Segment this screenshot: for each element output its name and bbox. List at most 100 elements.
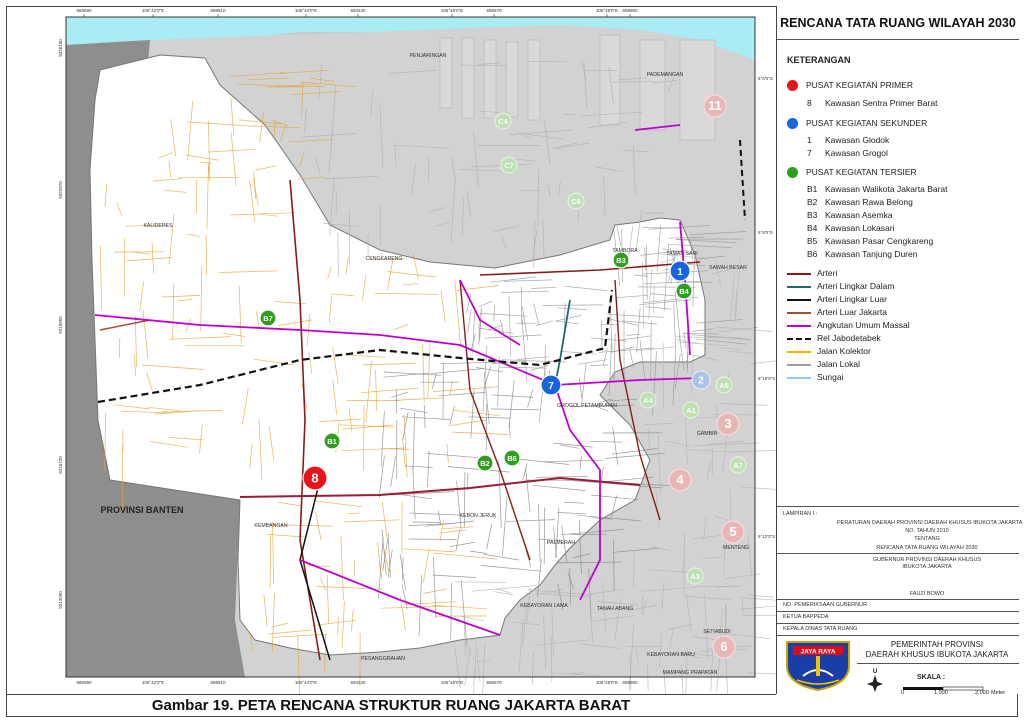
center-marker-a3[interactable]: A3 bbox=[686, 567, 704, 585]
center-marker-7[interactable]: 7 bbox=[540, 374, 562, 396]
road-segment bbox=[395, 389, 398, 414]
marker-label: 11 bbox=[708, 98, 722, 113]
logo-text: JAYA RAYA bbox=[801, 649, 836, 656]
marker-label: B4 bbox=[679, 287, 689, 296]
tersier-item: B1 Kawasan Walikota Jakarta Barat bbox=[807, 184, 948, 194]
legend-line-jalan-kolektor: Jalan Kolektor bbox=[787, 346, 871, 356]
keterangan-heading: KETERANGAN bbox=[787, 55, 851, 65]
bottom-tick-label: 693240 bbox=[350, 680, 366, 685]
center-marker-b1[interactable]: B1 bbox=[323, 432, 341, 450]
map-canvas[interactable]: 8 1 7 B1 B2 B3 B4 B6 B7 11 3 4 5 6 2 C4 C7 C6 A1 A3 A4 A5 A7 P… bbox=[0, 0, 776, 694]
road-segment bbox=[613, 539, 615, 592]
legend-sekunder: PUSAT KEGIATAN SEKUNDER bbox=[787, 118, 927, 130]
scale-tick-1: 1.000 bbox=[934, 690, 948, 696]
item-num: 8 bbox=[807, 98, 812, 108]
legend-title: RENCANA TATA RUANG WILAYAH 2030 bbox=[780, 16, 1016, 30]
item-name: Kawasan Lokasari bbox=[825, 223, 895, 233]
center-marker-b4[interactable]: B4 bbox=[675, 282, 693, 300]
center-marker-a7[interactable]: A7 bbox=[729, 456, 747, 474]
legend-line-arteri-lingkar-luar: Arteri Lingkar Luar bbox=[787, 294, 887, 304]
center-marker-c7[interactable]: C7 bbox=[500, 156, 518, 174]
divider bbox=[777, 623, 1019, 624]
center-marker-11[interactable]: 11 bbox=[703, 94, 727, 118]
legend-line-angkutan-umum-massal: Angkutan Umum Massal bbox=[787, 320, 910, 330]
fauzi-text: FAUZI BOWO bbox=[909, 591, 945, 597]
left-tick-label: 9313590 bbox=[58, 591, 63, 609]
area-label: SETIABUDI bbox=[703, 629, 730, 635]
tersier-item: B5 Kawasan Pasar Cengkareng bbox=[807, 236, 933, 246]
right-tick-label: 6°6'0"S bbox=[758, 76, 773, 81]
legend-line-arteri: Arteri bbox=[787, 268, 837, 278]
marker-label: A4 bbox=[643, 396, 653, 405]
item-name: Kawasan Glodok bbox=[825, 135, 890, 145]
center-marker-b7[interactable]: B7 bbox=[259, 309, 277, 327]
center-marker-a1[interactable]: A1 bbox=[682, 401, 700, 419]
center-marker-c4[interactable]: C4 bbox=[494, 112, 512, 130]
primer-dot-icon bbox=[787, 80, 798, 92]
center-marker-a5[interactable]: A5 bbox=[715, 376, 733, 394]
area-label: PESANGGRAHAN bbox=[361, 656, 405, 662]
center-marker-b6[interactable]: B6 bbox=[503, 449, 521, 467]
tersier-item: B4 Kawasan Lokasari bbox=[807, 223, 894, 233]
road-segment bbox=[542, 304, 604, 306]
item-name: Kawasan Rawa Belong bbox=[825, 197, 913, 207]
center-marker-1[interactable]: 1 bbox=[669, 260, 691, 282]
sekunder-item: 1 Kawasan Glodok bbox=[807, 135, 889, 145]
marker-label: B3 bbox=[616, 256, 626, 265]
center-marker-4[interactable]: 4 bbox=[668, 468, 692, 492]
scale-tick-2: 2.000 bbox=[975, 690, 989, 696]
bottom-tick-label: 106°44'0"E bbox=[295, 680, 317, 685]
center-marker-8[interactable]: 8 bbox=[302, 465, 328, 491]
bottom-tick-label: 689910 bbox=[210, 680, 226, 685]
line-label: Arteri Lingkar Luar bbox=[817, 294, 887, 304]
item-name: Kawasan Asemka bbox=[825, 210, 893, 220]
center-marker-a4[interactable]: A4 bbox=[639, 391, 657, 409]
top-tick-label: 693240 bbox=[350, 8, 366, 13]
tersier-item: B2 Kawasan Rawa Belong bbox=[807, 197, 913, 207]
line-swatch-icon bbox=[787, 337, 811, 340]
area-label: KEBON JERUK bbox=[460, 513, 497, 519]
bottom-tick-label: 106°42'0"E bbox=[142, 680, 164, 685]
road-segment bbox=[543, 507, 546, 564]
tersier-dot-icon bbox=[787, 167, 798, 179]
marker-label: A5 bbox=[719, 381, 729, 390]
area-label: PADEMANGAN bbox=[647, 72, 684, 78]
tersier-item: B6 Kawasan Tanjung Duren bbox=[807, 249, 917, 259]
center-marker-6[interactable]: 6 bbox=[712, 635, 736, 659]
center-marker-3[interactable]: 3 bbox=[716, 412, 740, 436]
scale-tick-0: 0 bbox=[901, 690, 905, 696]
left-tick-label: 9322970 bbox=[58, 181, 63, 199]
item-num: B2 bbox=[807, 197, 818, 207]
map-title: Gambar 19. PETA RENCANA STRUKTUR RUANG J… bbox=[6, 694, 776, 717]
line-label: Arteri Lingkar Dalam bbox=[817, 281, 895, 291]
divider bbox=[777, 39, 1019, 40]
divider bbox=[777, 611, 1019, 612]
top-tick-label: 106°42'0"E bbox=[142, 8, 164, 13]
marker-label: C7 bbox=[504, 161, 514, 170]
top-tick-label: 106°46'0"E bbox=[441, 8, 463, 13]
top-tick-label: 699900 bbox=[622, 8, 638, 13]
top-tick-label: 106°44'0"E bbox=[295, 8, 317, 13]
pemeriksaan-label: NO. PEMERIKSAAN GUBERNUR bbox=[783, 602, 868, 608]
center-marker-b3[interactable]: B3 bbox=[612, 251, 630, 269]
center-marker-c6[interactable]: C6 bbox=[567, 192, 585, 210]
primer-label: PUSAT KEGIATAN PRIMER bbox=[806, 80, 914, 90]
top-tick-label: 686590 bbox=[76, 8, 92, 13]
right-tick-label: 6°12'0"S bbox=[758, 534, 775, 539]
bottom-tick-label: 106°48'0"E bbox=[596, 680, 618, 685]
center-marker-5[interactable]: 5 bbox=[721, 520, 745, 544]
bottom-tick-label: 696570 bbox=[486, 680, 502, 685]
divider bbox=[857, 663, 1019, 664]
skala-label: SKALA : bbox=[917, 674, 946, 681]
item-num: B3 bbox=[807, 210, 818, 220]
item-name: Kawasan Walikota Jakarta Barat bbox=[825, 184, 948, 194]
center-marker-b2[interactable]: B2 bbox=[476, 454, 494, 472]
north-label: U bbox=[873, 669, 877, 675]
line-swatch-icon bbox=[787, 285, 811, 288]
item-num: 7 bbox=[807, 148, 812, 158]
marker-label: C4 bbox=[498, 117, 508, 126]
center-marker-2[interactable]: 2 bbox=[691, 370, 711, 390]
area-label: MENTENG bbox=[723, 545, 749, 551]
scale-unit: Meter bbox=[991, 690, 1006, 696]
north-arrow-icon: U bbox=[867, 669, 883, 692]
